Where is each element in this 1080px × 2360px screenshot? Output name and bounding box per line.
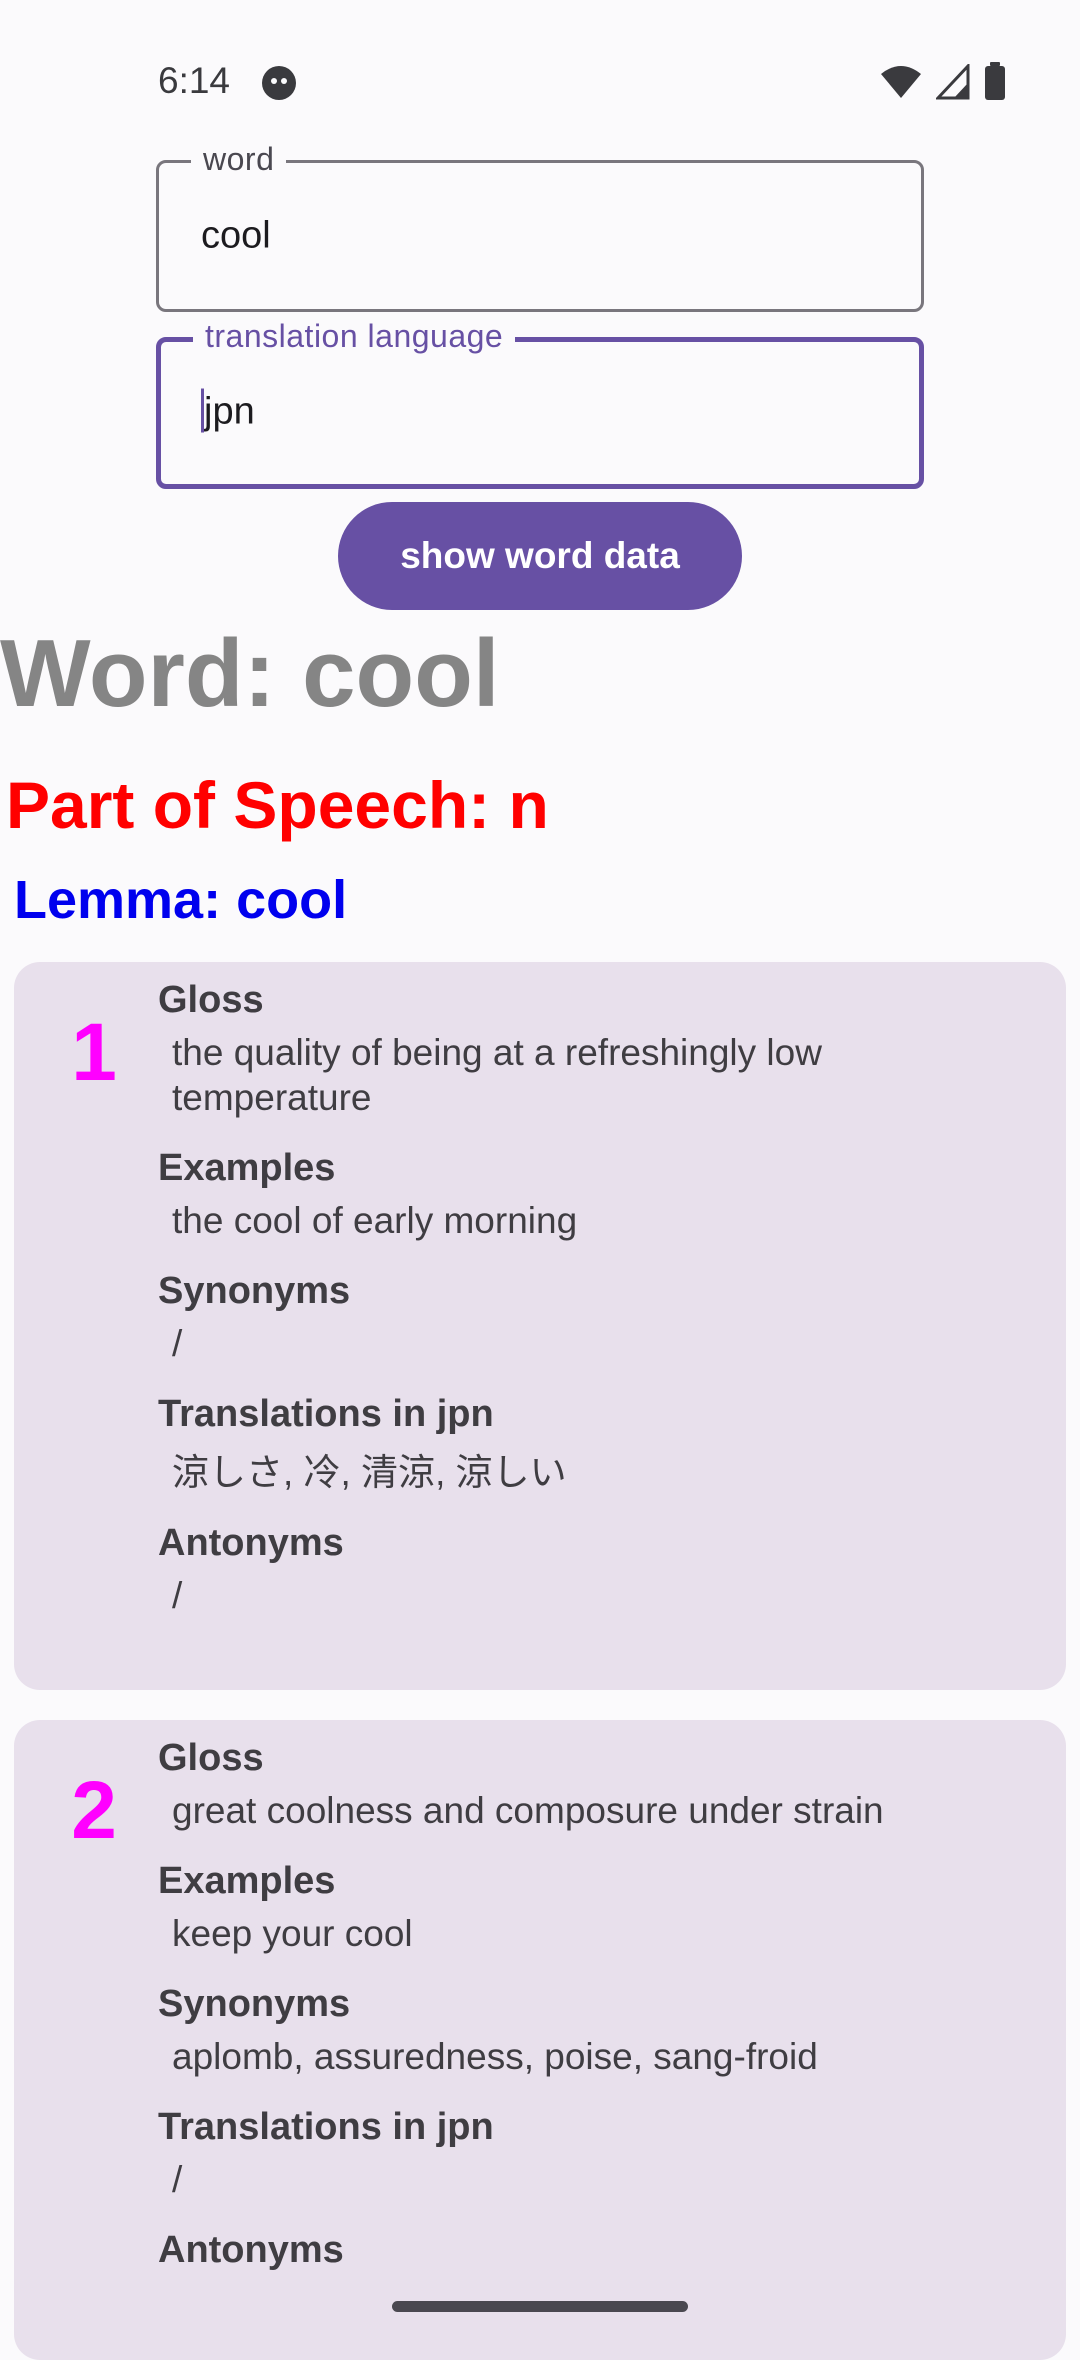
synonyms-heading: Synonyms [158,1270,351,1312]
antonyms-text: / [172,1575,183,1616]
lemma-heading: Lemma: cool [14,870,348,930]
status-time: 6:14 [158,60,231,101]
part-of-speech-heading: Part of Speech: n [6,768,549,842]
translations-text: / [172,2159,183,2200]
translations-heading: Translations in jpn [158,1393,494,1435]
antonyms-heading: Antonyms [158,2229,344,2271]
translation-language-input[interactable]: jpn [201,388,255,436]
word-input-value[interactable]: cool [201,215,271,258]
synonyms-text: aplomb, assuredness, poise, sang-froid [172,2036,818,2077]
translations-heading: Translations in jpn [158,2106,494,2148]
sense-card: 2 Gloss great coolness and composure und… [14,1720,1066,2360]
gloss-heading: Gloss [158,979,264,1021]
synonyms-text: / [172,1323,183,1364]
show-word-data-button[interactable]: show word data [338,502,742,610]
synonyms-heading: Synonyms [158,1983,351,2025]
examples-heading: Examples [158,1147,336,1189]
word-field-label: word [191,141,287,178]
sense-number: 1 [71,1007,117,1098]
gloss-text: the quality of being at a refreshingly l… [172,1032,822,1118]
translation-language-value: jpn [204,390,255,433]
signal-icon [936,64,970,100]
wifi-icon [880,64,922,100]
gloss-heading: Gloss [158,1737,264,1779]
word-heading: Word: cool [0,620,500,727]
status-bar: 6:14 [0,0,1080,140]
word-field[interactable]: word cool [156,141,924,312]
face-icon [262,66,296,100]
translations-text: 涼しさ, 冷, 清涼, 涼しい [172,1452,567,1493]
sense-details: Gloss the quality of being at a refreshi… [158,974,1026,1618]
status-icons [880,62,1006,100]
sense-card: 1 Gloss the quality of being at a refres… [14,962,1066,1690]
gloss-text: great coolness and composure under strai… [172,1790,884,1831]
text-cursor [201,388,204,433]
antonyms-heading: Antonyms [158,1522,344,1564]
sense-number: 2 [71,1765,117,1856]
examples-heading: Examples [158,1860,336,1902]
translation-language-label: translation language [193,318,516,355]
home-indicator[interactable] [392,2301,688,2312]
translation-language-field[interactable]: translation language jpn [156,318,924,489]
examples-text: the cool of early morning [172,1200,578,1241]
examples-text: keep your cool [172,1913,413,1954]
battery-icon [984,62,1006,100]
sense-details: Gloss great coolness and composure under… [158,1732,1026,2276]
